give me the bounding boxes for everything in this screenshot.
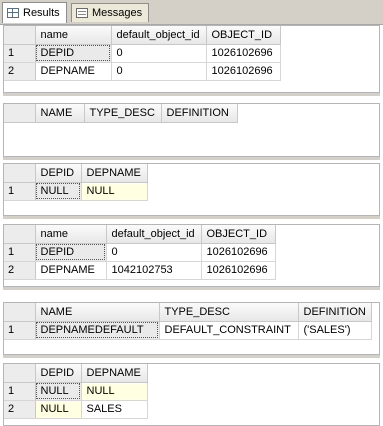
result-table: name default_object_id OBJECT_ID 1 DEPID… xyxy=(4,26,281,81)
table-cell[interactable]: NULL xyxy=(81,382,148,401)
row-number[interactable]: 2 xyxy=(4,62,36,81)
table-row: 1 DEPID 0 1026102696 xyxy=(4,243,276,262)
header-row: name default_object_id OBJECT_ID xyxy=(4,225,276,244)
column-header[interactable]: DEPID xyxy=(35,364,82,383)
results-tab-bar: Results Messages xyxy=(0,0,383,25)
table-cell[interactable]: DEPNAME xyxy=(35,261,107,280)
result-table: NAME TYPE_DESC DEFINITION xyxy=(4,104,238,123)
column-header[interactable]: name xyxy=(35,225,107,244)
result-grid-5[interactable]: NAME TYPE_DESC DEFINITION 1 DEPNAMEDEFAU… xyxy=(3,302,380,355)
row-number[interactable]: 2 xyxy=(4,400,36,419)
result-grid-6[interactable]: DEPID DEPNAME 1 NULL NULL 2 NULL SALES xyxy=(3,363,380,426)
table-row: 1 DEPID 0 1026102696 xyxy=(4,44,281,63)
table-row: 2 DEPNAME 0 1026102696 xyxy=(4,62,281,81)
header-row: name default_object_id OBJECT_ID xyxy=(4,26,281,45)
table-cell[interactable]: 0 xyxy=(111,44,207,63)
table-cell[interactable]: NULL xyxy=(35,182,82,201)
result-grid-3[interactable]: DEPID DEPNAME 1 NULL NULL xyxy=(3,163,380,216)
column-header[interactable]: DEFINITION xyxy=(161,104,238,123)
result-grid-4[interactable]: name default_object_id OBJECT_ID 1 DEPID… xyxy=(3,224,380,287)
grid-icon xyxy=(7,8,19,18)
result-grid-2[interactable]: NAME TYPE_DESC DEFINITION xyxy=(3,103,380,157)
column-header[interactable]: OBJECT_ID xyxy=(201,225,276,244)
row-number[interactable]: 1 xyxy=(4,321,36,340)
table-cell[interactable]: DEPNAMEDEFAULT xyxy=(35,321,160,340)
row-number[interactable]: 1 xyxy=(4,44,36,63)
table-cell[interactable]: NULL xyxy=(35,382,82,401)
table-row: 1 NULL NULL xyxy=(4,182,148,201)
row-header-corner[interactable] xyxy=(4,164,36,183)
column-header[interactable]: NAME xyxy=(35,303,160,322)
table-cell[interactable]: ('SALES') xyxy=(298,321,372,340)
table-row: 2 NULL SALES xyxy=(4,400,148,419)
table-cell[interactable]: 1026102696 xyxy=(206,44,281,63)
pane-splitter[interactable] xyxy=(3,216,380,219)
header-row: DEPID DEPNAME xyxy=(4,364,148,383)
table-cell[interactable]: 0 xyxy=(111,62,207,81)
table-cell[interactable]: DEPID xyxy=(35,243,107,262)
row-header-corner[interactable] xyxy=(4,303,36,322)
table-cell[interactable]: 1026102696 xyxy=(201,243,276,262)
row-number[interactable]: 2 xyxy=(4,261,36,280)
row-header-corner[interactable] xyxy=(4,104,36,123)
table-cell[interactable]: DEPID xyxy=(35,44,112,63)
row-header-corner[interactable] xyxy=(4,364,36,383)
row-number[interactable]: 1 xyxy=(4,243,36,262)
result-table: DEPID DEPNAME 1 NULL NULL 2 NULL SALES xyxy=(4,364,148,419)
column-header[interactable]: name xyxy=(35,26,112,45)
table-cell[interactable]: 1042102753 xyxy=(106,261,202,280)
column-header[interactable]: DEPNAME xyxy=(81,364,148,383)
tab-messages[interactable]: Messages xyxy=(71,3,150,22)
table-cell[interactable]: NULL xyxy=(81,182,148,201)
table-row: 1 NULL NULL xyxy=(4,382,148,401)
result-table: NAME TYPE_DESC DEFINITION 1 DEPNAMEDEFAU… xyxy=(4,303,372,340)
column-header[interactable]: NAME xyxy=(35,104,85,123)
table-cell[interactable]: DEFAULT_CONSTRAINT xyxy=(159,321,299,340)
column-header[interactable]: TYPE_DESC xyxy=(159,303,299,322)
table-cell[interactable]: NULL xyxy=(35,400,82,419)
row-header-corner[interactable] xyxy=(4,26,36,45)
table-row: 1 DEPNAMEDEFAULT DEFAULT_CONSTRAINT ('SA… xyxy=(4,321,372,340)
table-row: 2 DEPNAME 1042102753 1026102696 xyxy=(4,261,276,280)
messages-icon xyxy=(76,8,88,18)
pane-splitter[interactable] xyxy=(3,157,380,160)
table-cell[interactable]: DEPNAME xyxy=(35,62,112,81)
column-header[interactable]: DEPID xyxy=(35,164,82,183)
tab-messages-label: Messages xyxy=(92,7,143,19)
pane-splitter[interactable] xyxy=(3,287,380,290)
result-table: DEPID DEPNAME 1 NULL NULL xyxy=(4,164,148,201)
result-table: name default_object_id OBJECT_ID 1 DEPID… xyxy=(4,225,276,280)
column-header[interactable]: default_object_id xyxy=(106,225,202,244)
result-grid-1[interactable]: name default_object_id OBJECT_ID 1 DEPID… xyxy=(3,25,380,93)
pane-splitter[interactable] xyxy=(3,355,380,358)
table-cell[interactable]: 0 xyxy=(106,243,202,262)
column-header[interactable]: TYPE_DESC xyxy=(84,104,162,123)
column-header[interactable]: OBJECT_ID xyxy=(206,26,281,45)
header-row: DEPID DEPNAME xyxy=(4,164,148,183)
table-cell[interactable]: 1026102696 xyxy=(206,62,281,81)
column-header[interactable]: default_object_id xyxy=(111,26,207,45)
row-header-corner[interactable] xyxy=(4,225,36,244)
row-number[interactable]: 1 xyxy=(4,182,36,201)
column-header[interactable]: DEFINITION xyxy=(298,303,372,322)
tab-results-label: Results xyxy=(23,7,60,19)
pane-splitter[interactable] xyxy=(3,93,380,96)
column-header[interactable]: DEPNAME xyxy=(81,164,148,183)
row-number[interactable]: 1 xyxy=(4,382,36,401)
header-row: NAME TYPE_DESC DEFINITION xyxy=(4,303,372,322)
table-cell[interactable]: SALES xyxy=(81,400,148,419)
header-row: NAME TYPE_DESC DEFINITION xyxy=(4,104,238,123)
table-cell[interactable]: 1026102696 xyxy=(201,261,276,280)
tab-results[interactable]: Results xyxy=(2,2,67,23)
